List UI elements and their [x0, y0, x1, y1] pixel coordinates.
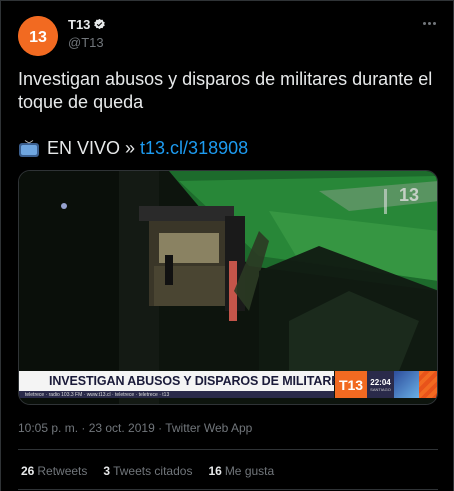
likes-stat[interactable]: 16 Me gusta [208, 464, 274, 478]
live-label: EN VIVO » [47, 138, 136, 158]
verified-badge-icon [93, 18, 106, 31]
divider [18, 449, 438, 450]
news-ticker: INVESTIGAN ABUSOS Y DISPAROS DE MILITARE… [19, 371, 437, 398]
avatar[interactable]: 13 [18, 16, 58, 56]
more-dot-icon [422, 21, 426, 25]
likes-label: Me gusta [224, 464, 275, 478]
likes-count: 16 [208, 464, 222, 478]
ticker-time: 22:04 [370, 377, 391, 387]
ticker-sub: teletrece · radio 103.3 FM · www.t13.cl … [25, 391, 170, 398]
ticker-headline: INVESTIGAN ABUSOS Y DISPAROS DE MILITARE… [49, 374, 348, 388]
ticker-city: SANTIAGO [370, 386, 391, 392]
quote-tweets-count: 3 [103, 464, 111, 478]
video-thumbnail[interactable]: 13 INVESTIGAN ABUSOS Y DISPAROS DE MILIT… [18, 170, 438, 405]
tweet-card: 13 T13 @T13 Investigan abusos y disparos… [0, 0, 454, 491]
svg-text:13: 13 [29, 29, 47, 46]
author-name-row[interactable]: T13 [68, 17, 106, 32]
quote-tweets-label: Tweets citados [113, 464, 193, 478]
retweets-label: Retweets [37, 464, 88, 478]
engagement-stats: 26 Retweets 3 Tweets citados 16 Me gusta [21, 464, 274, 478]
ticker-logo: T13 [335, 371, 367, 398]
night-scene-image: 13 [19, 171, 437, 404]
ticker-sub-bar: teletrece · radio 103.3 FM · www.t13.cl … [19, 391, 334, 398]
tweet-text: Investigan abusos y disparos de militare… [18, 69, 433, 112]
more-dot-icon [432, 21, 436, 25]
live-row: EN VIVO » t13.cl/318908 [18, 137, 248, 160]
watermark-logo: 13 [399, 185, 419, 205]
retweets-stat[interactable]: 26 Retweets [21, 464, 87, 478]
quote-tweets-stat[interactable]: 3 Tweets citados [103, 464, 192, 478]
tweet-timestamp[interactable]: 10:05 p. m. · 23 oct. 2019 · Twitter Web… [18, 421, 252, 435]
ticker-stripes [419, 371, 437, 398]
author-handle[interactable]: @T13 [68, 35, 104, 50]
ticker-headline-bar: INVESTIGAN ABUSOS Y DISPAROS DE MILITARE… [19, 371, 348, 391]
retweets-count: 26 [21, 464, 35, 478]
author-name[interactable]: T13 [68, 17, 90, 32]
ticker-clock: 22:04 SANTIAGO [367, 371, 394, 398]
more-dot-icon [427, 21, 431, 25]
more-options-button[interactable] [419, 15, 439, 31]
television-icon [18, 139, 40, 158]
live-link[interactable]: t13.cl/318908 [140, 137, 248, 160]
ticker-graphic [394, 371, 419, 398]
t13-logo-icon: 13 [18, 16, 58, 56]
divider [18, 489, 438, 490]
